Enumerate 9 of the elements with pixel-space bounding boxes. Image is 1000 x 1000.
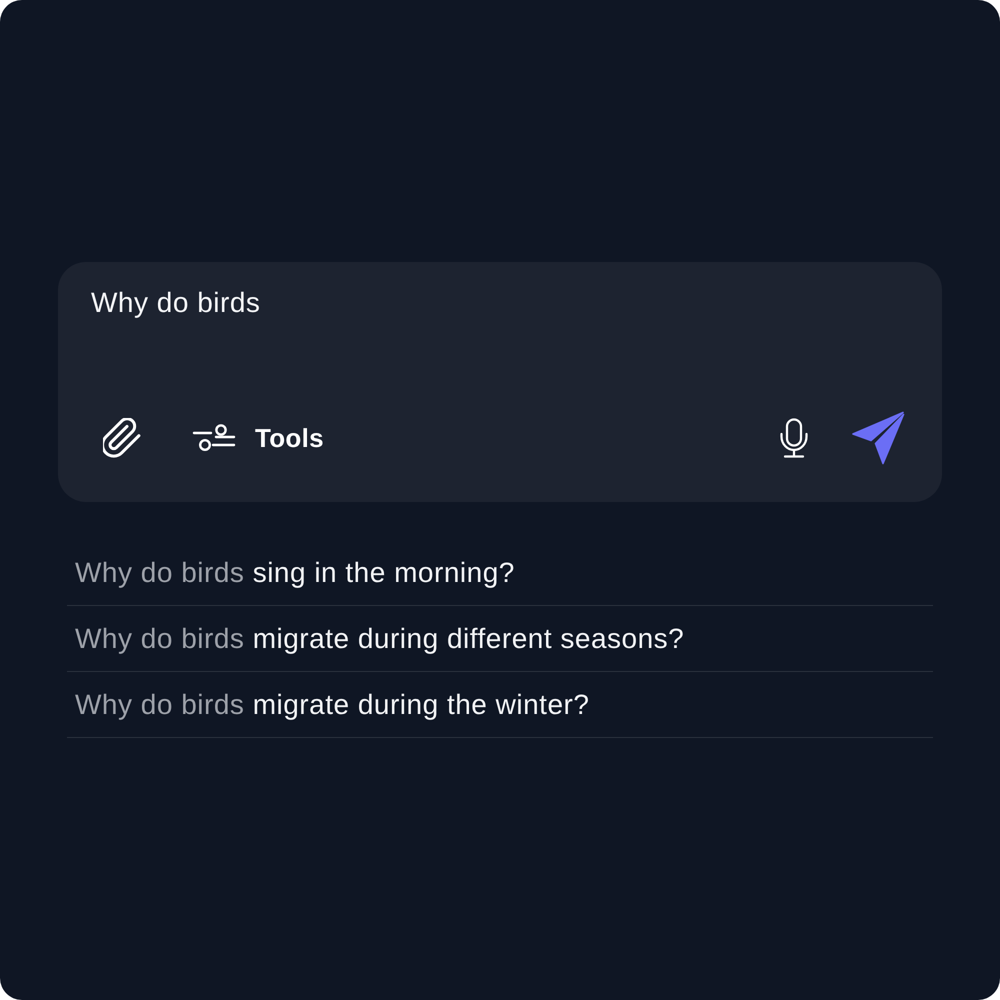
suggestion-item[interactable]: Why do birds migrate during different seasons? <box>67 606 933 672</box>
sliders-icon <box>192 424 236 452</box>
suggestion-item[interactable]: Why do birds sing in the morning? <box>67 540 933 606</box>
microphone-icon <box>780 418 808 458</box>
tools-button[interactable]: Tools <box>180 414 336 462</box>
paperclip-icon <box>103 418 141 458</box>
prompt-input[interactable]: Why do birds <box>91 286 260 410</box>
paper-plane-icon <box>851 410 905 466</box>
suggestion-item[interactable]: Why do birds migrate during the winter? <box>67 672 933 738</box>
